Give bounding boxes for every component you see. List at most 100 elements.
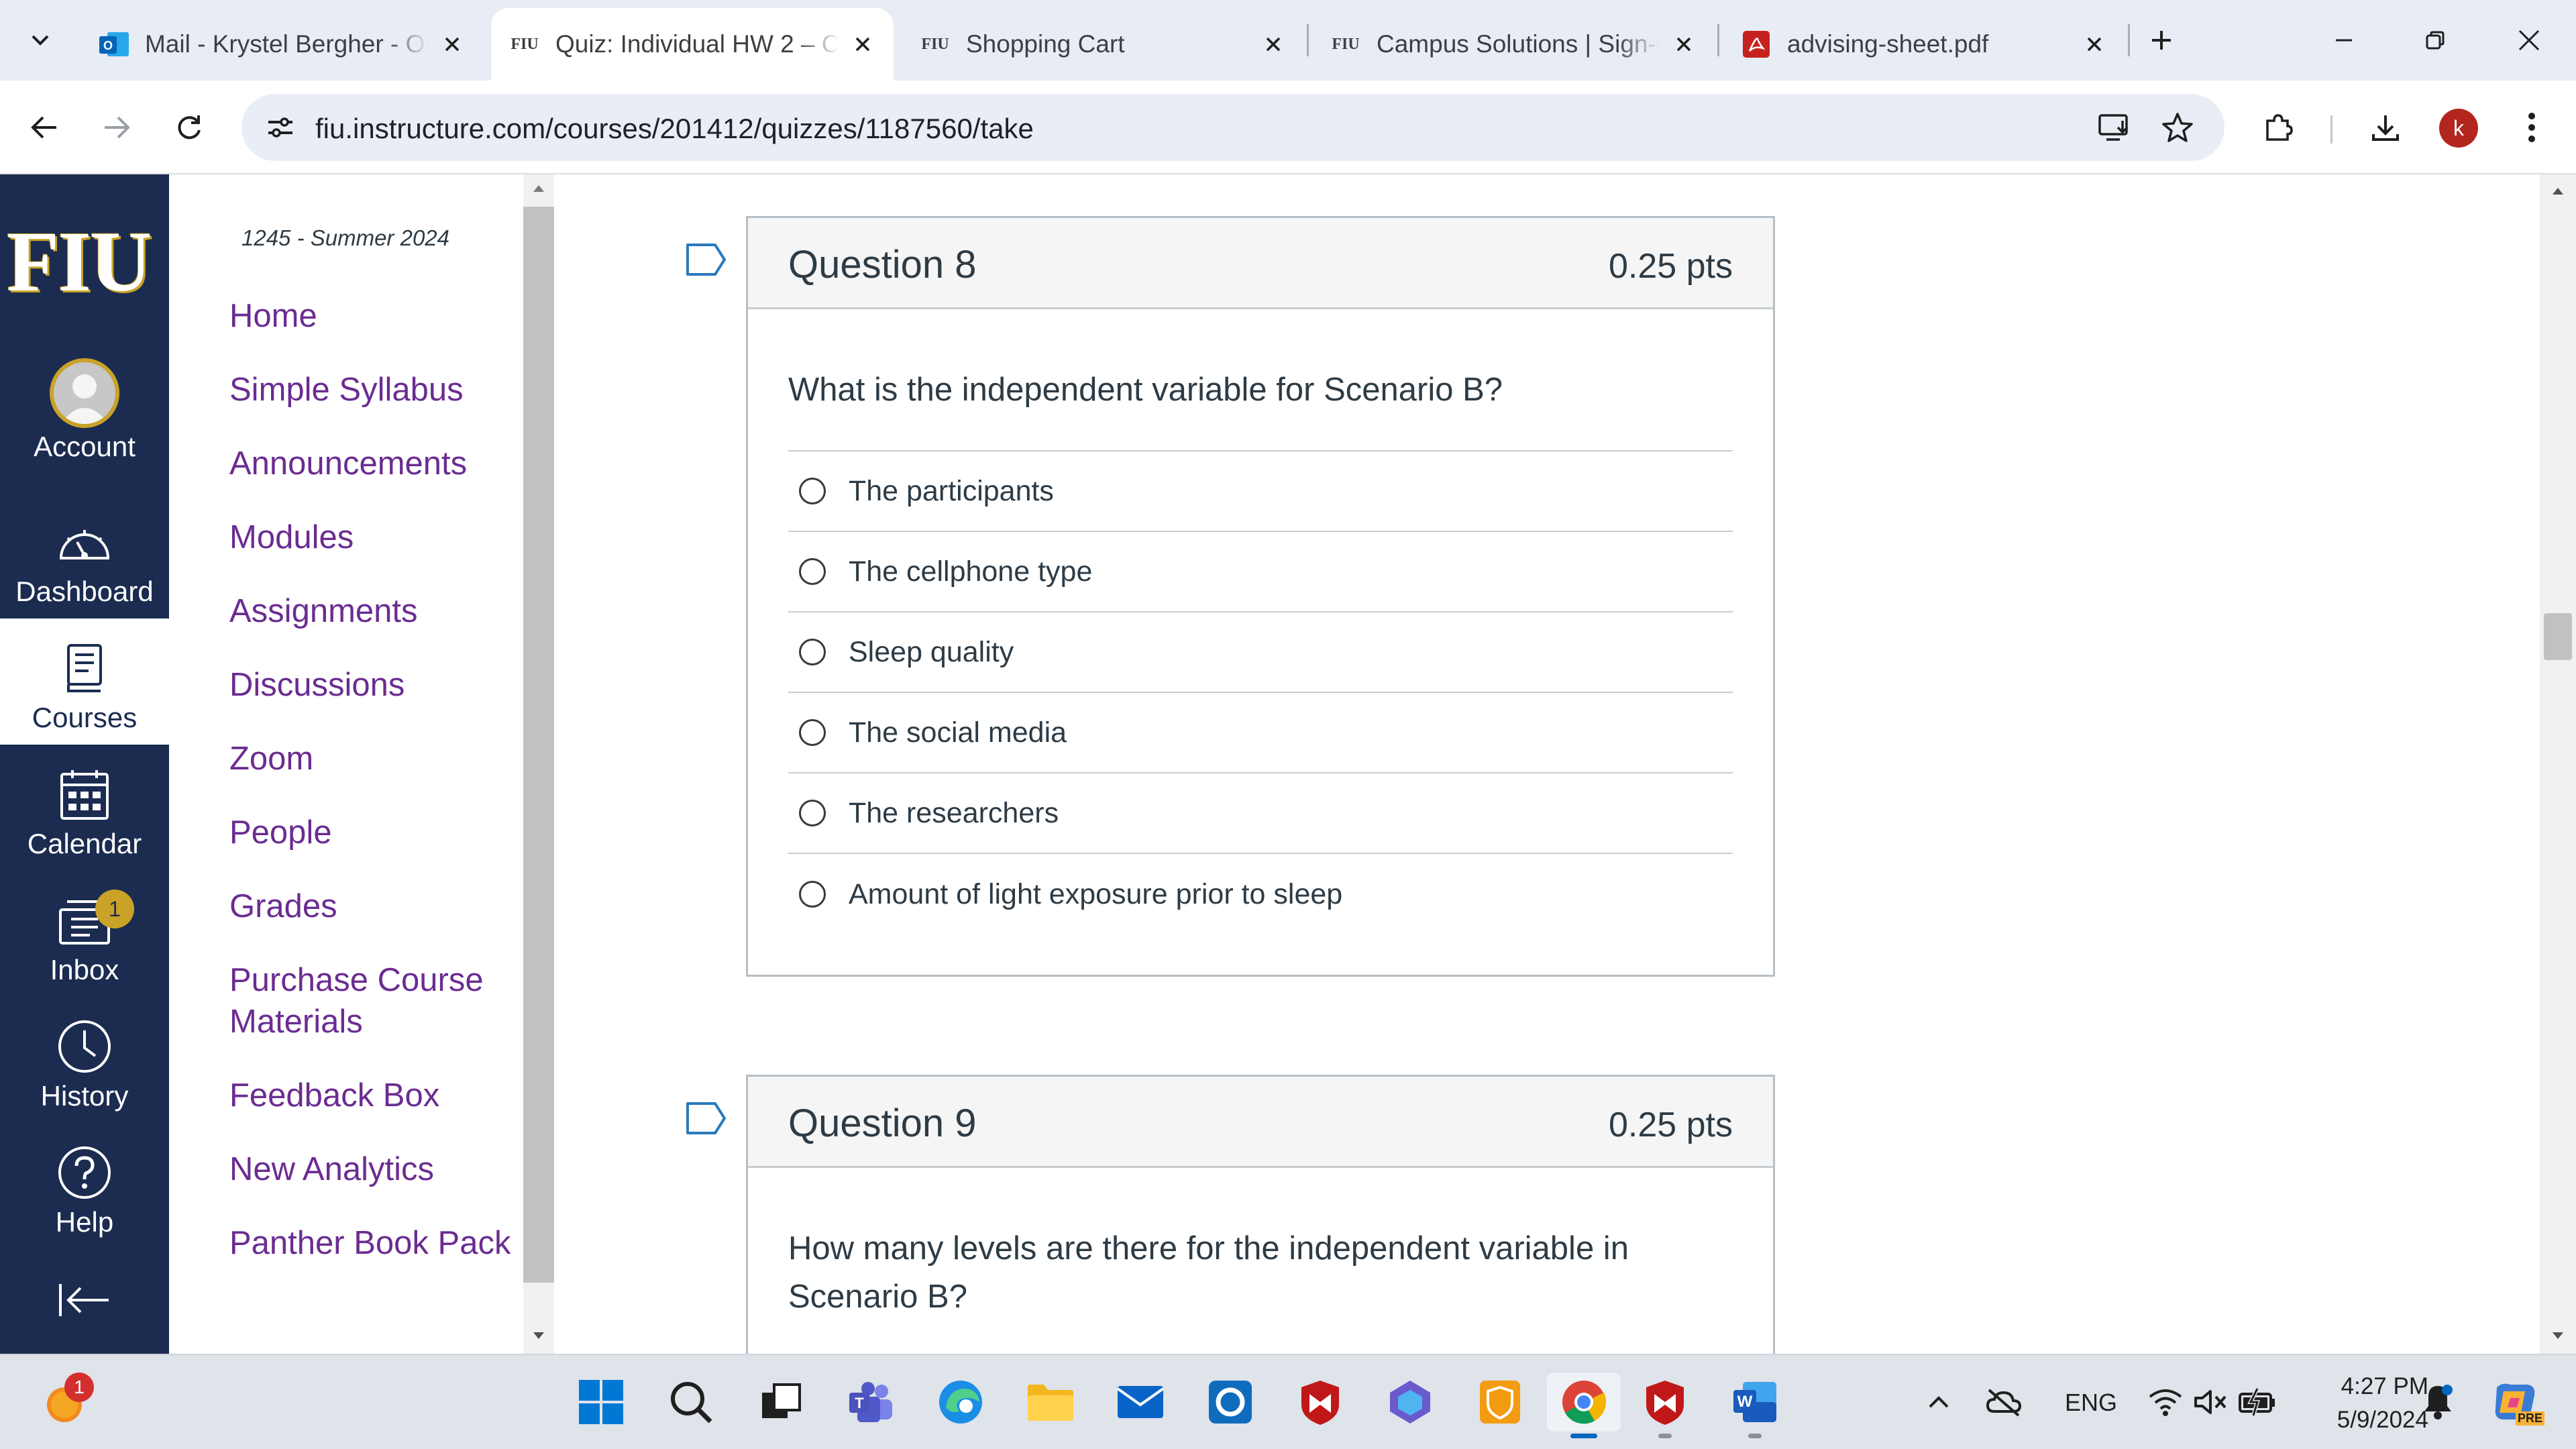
- fiu-logo[interactable]: FIU: [7, 219, 162, 305]
- copilot-app[interactable]: [1381, 1373, 1440, 1432]
- close-tab-icon[interactable]: [1260, 31, 1287, 58]
- answer-radio[interactable]: [799, 478, 826, 504]
- course-nav-simple-syllabus[interactable]: Simple Syllabus: [229, 369, 511, 411]
- course-nav-home[interactable]: Home: [229, 295, 511, 337]
- answer-radio[interactable]: [799, 719, 826, 746]
- downloads-button[interactable]: [2361, 103, 2410, 152]
- close-tab-icon[interactable]: [849, 31, 876, 58]
- copilot-preview-button[interactable]: PRE: [2482, 1373, 2549, 1432]
- mail-app[interactable]: [1111, 1373, 1170, 1432]
- start-button[interactable]: [572, 1373, 631, 1432]
- answer-radio[interactable]: [799, 639, 826, 665]
- global-navigation: FIU Account Dashboard Courses Calendar 1: [0, 174, 169, 1354]
- shield-icon: [1480, 1381, 1520, 1424]
- mcafee-app-2[interactable]: [1635, 1373, 1695, 1438]
- answer-radio[interactable]: [799, 881, 826, 908]
- taskbar-clock[interactable]: 4:27 PM 5/9/2024: [2294, 1370, 2428, 1437]
- pdf-icon: [1740, 30, 1772, 59]
- reload-button[interactable]: [165, 103, 213, 152]
- onedrive-status[interactable]: [1980, 1373, 2027, 1432]
- teams-app[interactable]: T: [841, 1373, 900, 1432]
- course-nav-new-analytics[interactable]: New Analytics: [229, 1148, 511, 1190]
- tab-separator: [1717, 24, 1719, 56]
- new-tab-button[interactable]: [2139, 17, 2184, 63]
- close-tab-icon[interactable]: [1670, 31, 1697, 58]
- answer-option[interactable]: The researchers: [788, 773, 1733, 854]
- volume-status[interactable]: [2190, 1373, 2233, 1432]
- word-app[interactable]: W: [1725, 1373, 1784, 1438]
- global-nav-courses[interactable]: Courses: [0, 619, 169, 745]
- minimize-button[interactable]: [2321, 17, 2367, 63]
- notifications-button[interactable]: [2411, 1373, 2465, 1432]
- course-nav-grades[interactable]: Grades: [229, 885, 511, 927]
- close-tab-icon[interactable]: [439, 31, 466, 58]
- scrollbar-thumb[interactable]: [523, 207, 554, 1283]
- wifi-status[interactable]: [2144, 1373, 2187, 1432]
- close-window-button[interactable]: [2506, 17, 2552, 63]
- widgets-button[interactable]: 1: [35, 1373, 94, 1432]
- scrollbar-thumb[interactable]: [2544, 613, 2572, 660]
- task-view-button[interactable]: [751, 1373, 810, 1432]
- show-hidden-icons-button[interactable]: [1919, 1373, 1959, 1432]
- back-button[interactable]: [20, 103, 68, 152]
- outlook-icon: O: [98, 30, 130, 59]
- course-nav-scrollbar[interactable]: [523, 174, 554, 1354]
- answer-option[interactable]: Sleep quality: [788, 612, 1733, 693]
- question-card: Question 9 0.25 pts How many levels are …: [746, 1075, 1775, 1354]
- course-nav-zoom[interactable]: Zoom: [229, 738, 511, 780]
- extensions-button[interactable]: [2254, 103, 2302, 152]
- global-nav-account[interactable]: Account: [0, 356, 169, 476]
- edge-app[interactable]: [931, 1373, 990, 1432]
- install-app-button[interactable]: [2090, 103, 2139, 152]
- flag-question-icon[interactable]: [686, 243, 727, 276]
- course-nav-feedback-box[interactable]: Feedback Box: [229, 1075, 511, 1116]
- address-bar[interactable]: fiu.instructure.com/courses/201412/quizz…: [241, 94, 2224, 161]
- collapse-nav-button[interactable]: [0, 1267, 169, 1334]
- answer-radio[interactable]: [799, 558, 826, 585]
- restore-button[interactable]: [2412, 17, 2458, 63]
- answer-option[interactable]: The participants: [788, 451, 1733, 532]
- page-scrollbar[interactable]: [2540, 174, 2576, 1354]
- course-nav-modules[interactable]: Modules: [229, 517, 511, 558]
- outlook-app[interactable]: [1201, 1373, 1260, 1432]
- course-nav-people[interactable]: People: [229, 812, 511, 853]
- tab-title: Mail - Krystel Bergher - Outlook: [145, 30, 428, 58]
- search-button[interactable]: [661, 1373, 720, 1432]
- answer-option[interactable]: The social media: [788, 693, 1733, 773]
- course-nav-panther-book-pack[interactable]: Panther Book Pack: [229, 1222, 511, 1264]
- close-tab-icon[interactable]: [2081, 31, 2108, 58]
- answer-radio[interactable]: [799, 800, 826, 826]
- browser-tab-outlook[interactable]: O Mail - Krystel Bergher - Outlook: [80, 8, 483, 80]
- global-nav-inbox[interactable]: 1 Inbox: [0, 871, 169, 997]
- chrome-app[interactable]: [1547, 1373, 1621, 1438]
- course-nav-purchase-course-materials[interactable]: Purchase Course Materials: [229, 959, 511, 1042]
- global-nav-calendar[interactable]: Calendar: [0, 745, 169, 871]
- browser-tab-shopping-cart[interactable]: FIU Shopping Cart: [902, 8, 1304, 80]
- global-nav-dashboard[interactable]: Dashboard: [0, 496, 169, 619]
- mcafee-app[interactable]: [1291, 1373, 1350, 1432]
- mail-icon: [1116, 1386, 1165, 1418]
- course-nav-assignments[interactable]: Assignments: [229, 590, 511, 632]
- course-nav-discussions[interactable]: Discussions: [229, 664, 511, 706]
- browser-tab-campus-solutions[interactable]: FIU Campus Solutions | Sign-in: [1312, 8, 1715, 80]
- global-nav-history[interactable]: History: [0, 997, 169, 1123]
- bookmark-button[interactable]: [2153, 103, 2202, 152]
- input-language[interactable]: ENG: [2065, 1389, 2117, 1417]
- global-nav-help[interactable]: Help: [0, 1123, 169, 1249]
- answer-option[interactable]: The cellphone type: [788, 532, 1733, 612]
- course-nav-announcements[interactable]: Announcements: [229, 443, 511, 484]
- site-settings-icon[interactable]: [262, 109, 299, 146]
- flag-question-icon[interactable]: [686, 1102, 727, 1135]
- profile-avatar[interactable]: k: [2439, 109, 2478, 148]
- forward-button[interactable]: [93, 103, 141, 152]
- url-text: fiu.instructure.com/courses/201412/quizz…: [315, 113, 1034, 144]
- security-app[interactable]: [1470, 1373, 1529, 1432]
- tab-search-button[interactable]: [17, 17, 63, 63]
- battery-status[interactable]: [2234, 1373, 2281, 1432]
- calendar-icon: [60, 770, 109, 820]
- answer-option[interactable]: Amount of light exposure prior to sleep: [788, 854, 1733, 934]
- browser-tab-advising-pdf[interactable]: advising-sheet.pdf: [1723, 8, 2125, 80]
- file-explorer-app[interactable]: [1021, 1373, 1080, 1432]
- browser-menu-button[interactable]: [2508, 103, 2556, 152]
- browser-tab-quiz[interactable]: FIU Quiz: Individual HW 2 – Correlationa…: [491, 8, 894, 80]
